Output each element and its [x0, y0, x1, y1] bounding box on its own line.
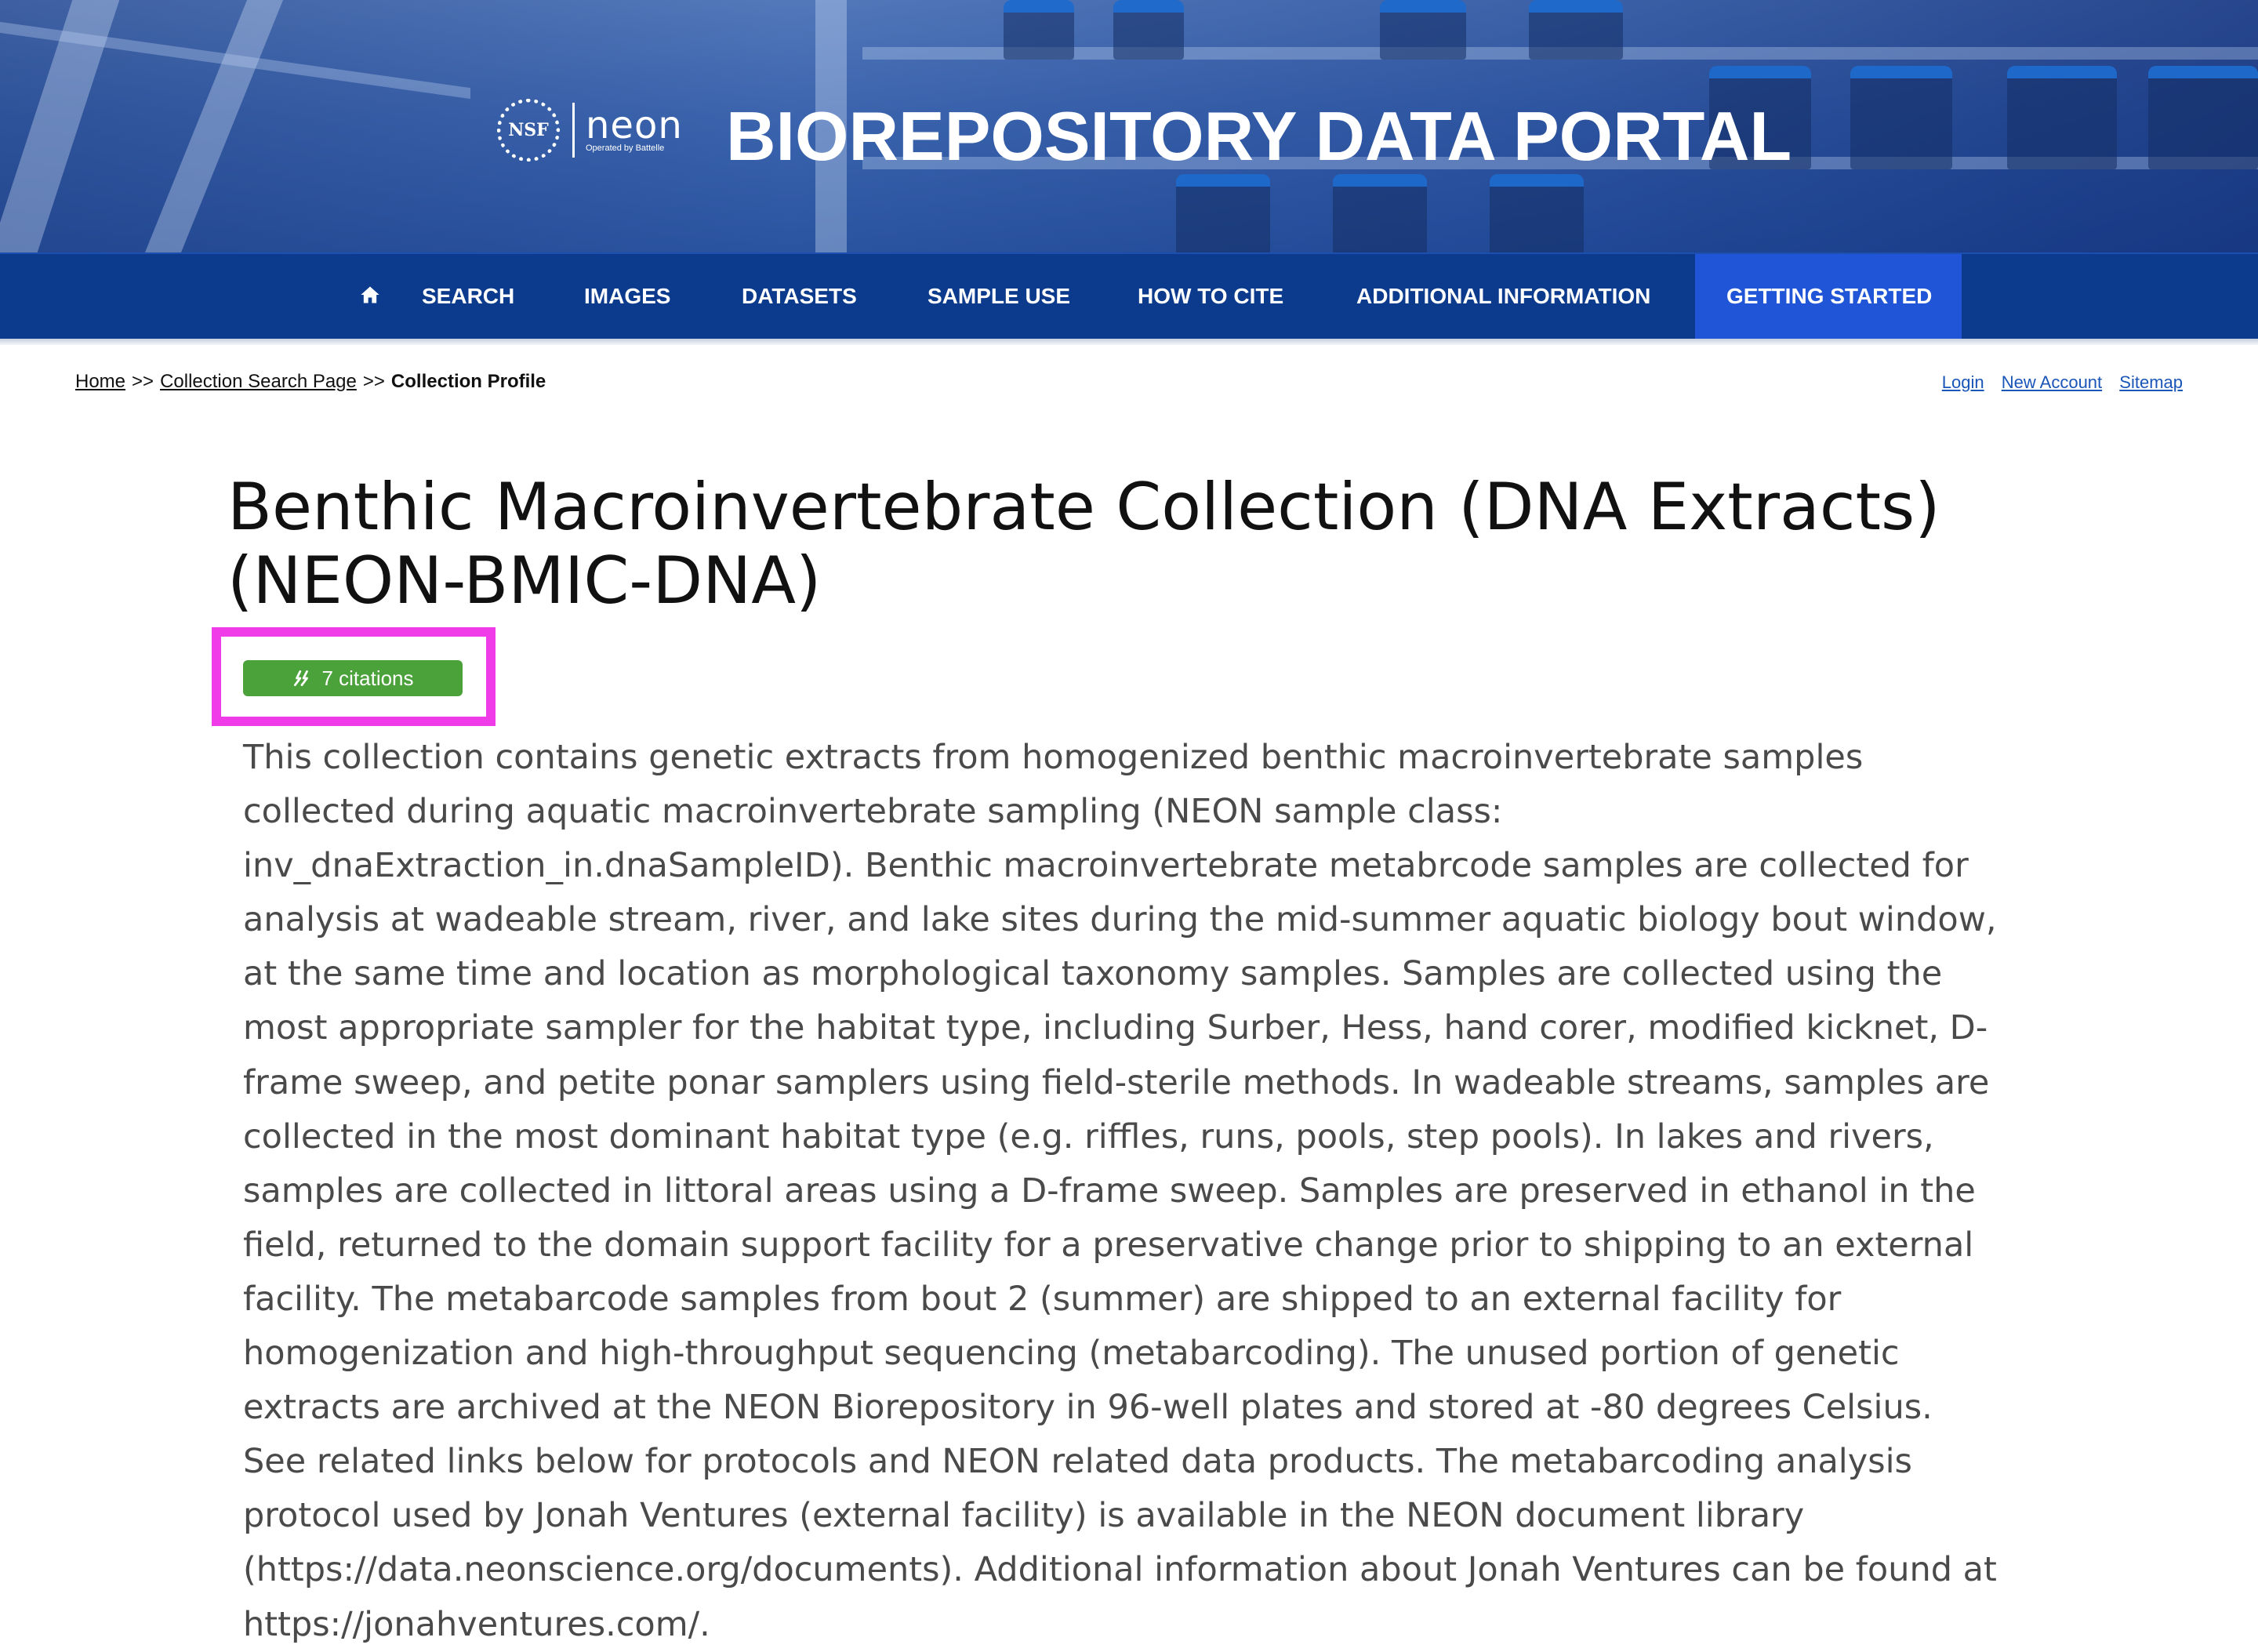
nav-item-sample-use[interactable]: SAMPLE USE [928, 254, 1070, 339]
nav-item-how-to-cite[interactable]: HOW TO CITE [1138, 254, 1283, 339]
banner-jar [1113, 0, 1184, 60]
breadcrumb: Home >> Collection Search Page >> Collection… [75, 369, 546, 395]
nav-item-datasets[interactable]: DATASETS [742, 254, 857, 339]
nav-item-images[interactable]: IMAGES [584, 254, 670, 339]
breadcrumb-home-link[interactable]: Home [75, 371, 125, 392]
banner-jar [2007, 66, 2117, 169]
quote-icon [294, 670, 309, 687]
banner-jar [1004, 0, 1074, 60]
login-link[interactable]: Login [1942, 372, 1984, 392]
banner-jar [1176, 174, 1270, 252]
citations-button[interactable]: 7 citations [243, 660, 463, 696]
banner-jar [1333, 174, 1427, 252]
breadcrumb-separator: >> [132, 371, 154, 392]
banner-jar [1380, 0, 1466, 60]
breadcrumb-separator: >> [362, 371, 385, 392]
header-banner: NSF neon Operated by Battelle BIOREPOSIT… [0, 0, 2258, 252]
sitemap-link[interactable]: Sitemap [2119, 372, 2183, 392]
neon-logo: neon Operated by Battelle [586, 107, 683, 153]
nav-item-search[interactable]: SEARCH [422, 254, 514, 339]
nsf-seal-text: NSF [508, 120, 549, 140]
site-title[interactable]: BIOREPOSITORY DATA PORTAL [726, 93, 1792, 180]
collection-title: Benthic Macroinvertebrate Collection (DN… [227, 469, 1940, 619]
breadcrumb-collection-search-link[interactable]: Collection Search Page [160, 371, 357, 392]
breadcrumb-current: Collection Profile [390, 371, 546, 392]
neon-logo-subtitle: Operated by Battelle [586, 143, 665, 153]
logo-divider [572, 103, 575, 158]
nav-item-getting-started[interactable]: GETTING STARTED [1695, 254, 1962, 339]
home-icon[interactable] [359, 284, 381, 306]
banner-jar [2148, 66, 2258, 169]
nav-item-additional-information[interactable]: ADDITIONAL INFORMATION [1356, 254, 1650, 339]
banner-shelf-post [144, 0, 284, 252]
banner-jar [1490, 174, 1584, 252]
banner-jar [1850, 66, 1952, 169]
neon-logo-word: neon [586, 103, 683, 147]
new-account-link[interactable]: New Account [2002, 372, 2102, 392]
nsf-neon-logo[interactable]: NSF neon Operated by Battelle [497, 97, 683, 163]
user-links: Login New Account Sitemap [1929, 370, 2183, 395]
main-nav: SEARCH IMAGES DATASETS SAMPLE USE HOW TO… [0, 252, 2258, 340]
banner-jar [1529, 0, 1623, 60]
nav-shadow [0, 339, 2258, 345]
nsf-seal-icon: NSF [497, 99, 560, 162]
citations-label: 7 citations [321, 666, 414, 690]
collection-description: This collection contains genetic extract… [243, 738, 1997, 1644]
